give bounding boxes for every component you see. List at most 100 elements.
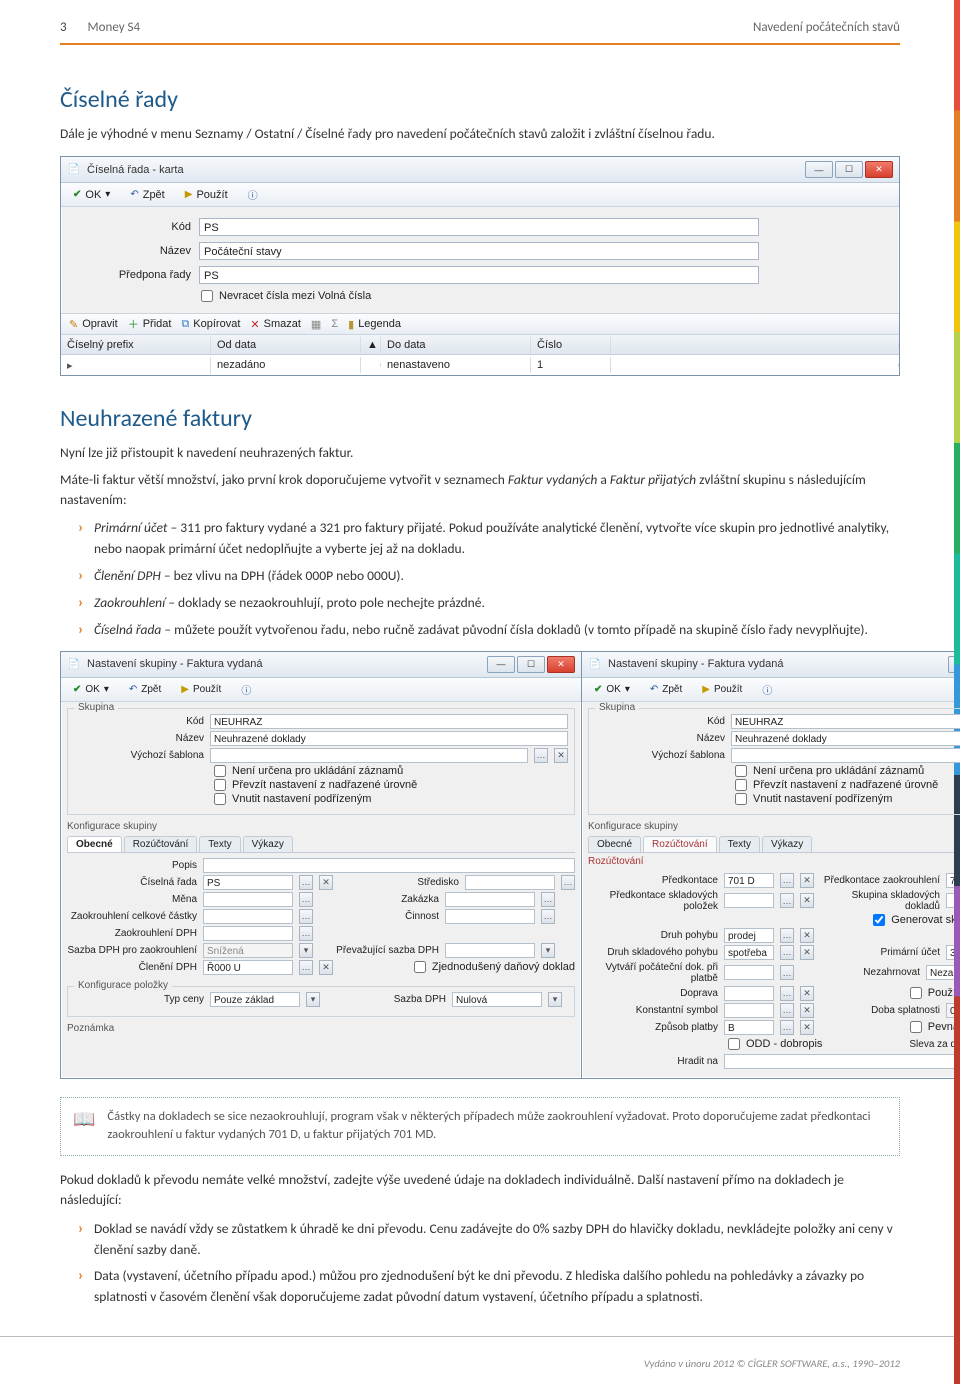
tab-rozuctovani[interactable]: Rozúčtování: [643, 836, 717, 852]
tab-obecne[interactable]: Obecné: [588, 836, 641, 852]
filter-button[interactable]: ▦: [311, 318, 321, 331]
section1-intro: Dále je výhodné v menu Seznamy / Ostatní…: [60, 124, 900, 144]
help-button[interactable]: ⓘ: [242, 186, 264, 203]
chk-pouzit-dobu[interactable]: [910, 987, 922, 999]
ok-button[interactable]: ✔OK▾: [67, 683, 115, 696]
maximize-button[interactable]: ☐: [517, 656, 545, 673]
section2-p1: Nyní lze již přistoupit k navedení neuhr…: [60, 443, 900, 463]
use-button[interactable]: ▶Použít: [175, 683, 227, 696]
ok-button[interactable]: ✔OK▾: [67, 188, 116, 202]
nazev-input[interactable]: Neuhrazené doklady: [210, 731, 568, 746]
group-poznamka: Poznámka: [67, 1023, 575, 1034]
legenda-button[interactable]: ▮Legenda: [348, 318, 401, 331]
close-button[interactable]: ✕: [547, 656, 575, 673]
groupbox-skupina: Skupina: [595, 702, 639, 713]
typceny-select[interactable]: Pouze základ: [210, 992, 300, 1007]
grid-header: Číselný prefix Od data ▲ Do data Číslo: [61, 335, 899, 355]
smazat-button[interactable]: ✕Smazat: [250, 318, 301, 331]
kod-input[interactable]: NEUHRAZ: [731, 714, 960, 729]
zdph-input[interactable]: [203, 926, 293, 941]
zp-input[interactable]: B: [724, 1020, 774, 1035]
psp-input[interactable]: [724, 893, 774, 908]
use-button[interactable]: ▶Použít: [179, 188, 234, 202]
section3-p1: Pokud dokladů k převodu nemáte velké mno…: [60, 1170, 900, 1211]
chk-prevzit[interactable]: [214, 779, 226, 791]
clear-button[interactable]: ✕: [554, 748, 568, 763]
app-icon: 📄: [588, 657, 602, 671]
chk-zjed[interactable]: [414, 961, 426, 973]
sazba-select[interactable]: Snížená: [203, 943, 293, 958]
help-button[interactable]: ⓘ: [235, 681, 257, 698]
back-button[interactable]: ↶Zpět: [124, 188, 170, 202]
list-item: Doklad se navádí vždy se zůstatkem k úhr…: [78, 1219, 900, 1261]
nazev-input[interactable]: Počáteční stavy: [199, 242, 759, 260]
vychozi-input[interactable]: [210, 748, 528, 763]
nevracet-checkbox[interactable]: [201, 290, 213, 302]
druh-pohybu[interactable]: prodej: [724, 928, 774, 943]
nevracet-checkbox-row[interactable]: Nevracet čísla mezi Volná čísla: [201, 290, 371, 302]
tab-texty[interactable]: Texty: [199, 836, 240, 852]
sum-button[interactable]: Σ: [331, 318, 338, 330]
vychozi-input[interactable]: [731, 748, 960, 763]
chk-odd[interactable]: [728, 1038, 740, 1050]
picker-button[interactable]: …: [299, 875, 313, 890]
clear-button[interactable]: ✕: [319, 875, 333, 890]
kopirovat-button[interactable]: ⧉Kopírovat: [181, 318, 240, 331]
zakazka-input[interactable]: [445, 892, 535, 907]
list-item: Členění DPH – bez vlivu na DPH (řádek 00…: [78, 566, 900, 587]
zcc-input[interactable]: [203, 909, 293, 924]
window-title: Nastavení skupiny - Faktura vydaná: [608, 658, 942, 670]
window-nastaveni-skupiny-left: 📄 Nastavení skupiny - Faktura vydaná — ☐…: [60, 651, 582, 1079]
opravit-button[interactable]: ✎Opravit: [69, 318, 118, 331]
hradit-input[interactable]: [724, 1054, 960, 1069]
book-icon: 📖: [73, 1110, 95, 1128]
minimize-button[interactable]: —: [805, 161, 833, 178]
tab-obecne[interactable]: Obecné: [67, 836, 122, 852]
kod-input[interactable]: NEUHRAZ: [210, 714, 568, 729]
chk-neurcena[interactable]: [214, 765, 226, 777]
page-footer: Vydáno v únoru 2012 © CÍGLER SOFTWARE, a…: [0, 1337, 960, 1384]
mena-input[interactable]: [203, 892, 293, 907]
tab-vykazy[interactable]: Výkazy: [243, 836, 293, 852]
picker-button[interactable]: …: [534, 748, 548, 763]
grid-row[interactable]: ▸ nezadáno nenastaveno 1: [61, 355, 899, 375]
ok-button[interactable]: ✔OK▾: [588, 683, 636, 696]
tab-rozuctovani[interactable]: Rozúčtování: [124, 836, 198, 852]
stredisko-input[interactable]: [465, 875, 555, 890]
list-item: Primární účet – 311 pro faktury vydané a…: [78, 518, 900, 560]
tab-vykazy[interactable]: Výkazy: [762, 836, 812, 852]
predkontace-input[interactable]: 701 D: [724, 873, 774, 888]
close-button[interactable]: ✕: [865, 161, 893, 178]
chk-vnutit[interactable]: [214, 793, 226, 805]
sazdph-select[interactable]: Nulová: [452, 992, 542, 1007]
popis-input[interactable]: [203, 858, 575, 873]
druh-sklad-pohybu[interactable]: spotřeba: [724, 945, 774, 960]
doprava-input[interactable]: [724, 986, 774, 1001]
group-konfigurace: Konfigurace skupiny: [67, 821, 575, 832]
window-title: Číselná řada - karta: [87, 164, 799, 176]
maximize-button[interactable]: ☐: [835, 161, 863, 178]
cleneni-input[interactable]: Ř000 U: [203, 960, 293, 975]
rada-input[interactable]: PS: [203, 875, 293, 890]
kod-label: Kód: [71, 221, 191, 233]
pridat-button[interactable]: ＋Přidat: [128, 316, 172, 332]
back-button[interactable]: ↶Zpět: [123, 683, 167, 696]
use-button[interactable]: ▶Použít: [696, 683, 748, 696]
back-button[interactable]: ↶Zpět: [644, 683, 688, 696]
predpona-input[interactable]: PS: [199, 266, 759, 284]
vytvari-input[interactable]: [724, 965, 774, 980]
prev-select[interactable]: [445, 943, 535, 958]
chk-generovat[interactable]: [873, 914, 885, 926]
nazev-input[interactable]: Neuhrazené doklady: [731, 731, 960, 746]
minimize-button[interactable]: —: [487, 656, 515, 673]
kod-input[interactable]: PS: [199, 218, 759, 236]
window-title: Nastavení skupiny - Faktura vydaná: [87, 658, 481, 670]
help-button[interactable]: ⓘ: [756, 681, 778, 698]
header-left-title: Money S4: [88, 20, 141, 35]
sort-indicator-icon[interactable]: ▲: [361, 337, 381, 353]
cinnost-input[interactable]: [445, 909, 535, 924]
ks-input[interactable]: [724, 1003, 774, 1018]
section3-list: Doklad se navádí vždy se zůstatkem k úhr…: [78, 1219, 900, 1309]
chk-pevna[interactable]: [910, 1021, 922, 1033]
tab-texty[interactable]: Texty: [719, 836, 760, 852]
